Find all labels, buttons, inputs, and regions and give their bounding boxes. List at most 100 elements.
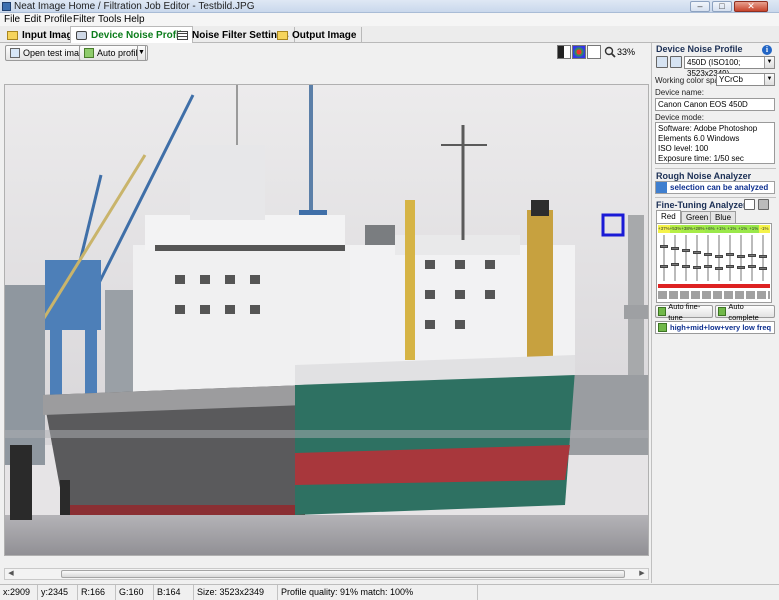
save-profile-icon[interactable] xyxy=(670,56,682,68)
title-bar: Neat Image Home / Filtration Job Editor … xyxy=(0,0,779,13)
rough-analyze-button[interactable]: selection can be analyzed xyxy=(655,181,775,194)
check-icon xyxy=(658,323,667,332)
fine-tuning-area: +37% +53% +38% +28% +6% +1% +1% +1% +1% … xyxy=(656,223,772,303)
camera-icon xyxy=(76,30,87,40)
frequency-sliders[interactable] xyxy=(659,235,769,281)
menu-file[interactable]: File xyxy=(4,13,20,26)
menu-profile[interactable]: Profile xyxy=(44,13,72,26)
freq-label: +1% xyxy=(748,225,760,233)
freq-slider[interactable] xyxy=(726,235,734,281)
freq-slider[interactable] xyxy=(682,235,690,281)
working-color-space-select[interactable]: YCrCb ▼ xyxy=(716,73,775,86)
tab-blue[interactable]: Blue xyxy=(710,211,737,223)
maximize-button[interactable]: □ xyxy=(712,1,732,12)
folder-icon xyxy=(7,30,18,40)
auto-fine-tune-button[interactable]: Auto fine-tune xyxy=(655,302,713,322)
freq-label: +1% xyxy=(737,225,749,233)
device-name-field[interactable]: Canon Canon EOS 450D xyxy=(655,98,775,111)
window-title: Neat Image Home / Filtration Job Editor … xyxy=(14,1,255,12)
check-icon xyxy=(718,307,727,316)
freq-slider[interactable] xyxy=(671,235,679,281)
tab-red[interactable]: Red xyxy=(656,210,681,223)
info-icon[interactable]: i xyxy=(762,45,772,55)
freq-label: -1% xyxy=(759,225,770,233)
freq-slider[interactable] xyxy=(715,235,723,281)
fine-tuning-analyzer-heading: Fine-Tuning Analyzer xyxy=(656,200,747,210)
load-profile-icon[interactable] xyxy=(656,56,668,68)
view-mode-icon[interactable] xyxy=(557,45,571,59)
auto-icon xyxy=(84,48,94,58)
button-label: Auto profile xyxy=(97,48,143,58)
device-mode-line: Exposure time: 1/50 sec xyxy=(658,154,744,163)
device-mode-label: Device mode: xyxy=(655,113,704,122)
trash-icon[interactable] xyxy=(758,199,769,210)
button-label: Auto fine-tune xyxy=(668,301,701,322)
menu-tools[interactable]: Tools xyxy=(98,13,121,26)
analyze-icon xyxy=(656,182,667,193)
freq-slider[interactable] xyxy=(748,235,756,281)
status-g: G:160 xyxy=(116,585,154,600)
scroll-thumb[interactable] xyxy=(61,570,625,578)
freq-slider[interactable] xyxy=(704,235,712,281)
chevron-down-icon: ▼ xyxy=(764,57,774,68)
device-mode-line: Elements 6.0 Windows xyxy=(658,134,740,143)
status-r: R:166 xyxy=(78,585,116,600)
tab-bar: Input Image Device Noise Profile Noise F… xyxy=(0,26,779,43)
rough-status-label: selection can be analyzed xyxy=(670,183,769,192)
status-x: x:2909 xyxy=(0,585,38,600)
freq-label: +37% xyxy=(658,225,670,233)
undo-icon[interactable] xyxy=(744,199,755,210)
divider xyxy=(655,197,776,198)
freq-label: +6% xyxy=(704,225,716,233)
device-mode-field[interactable]: Software: Adobe Photoshop Elements 6.0 W… xyxy=(655,122,775,164)
zoom-icon[interactable] xyxy=(604,46,616,58)
status-b: B:164 xyxy=(154,585,194,600)
freq-slider[interactable] xyxy=(737,235,745,281)
minimize-button[interactable]: – xyxy=(690,1,710,12)
heading-label: Rough Noise Analyzer xyxy=(656,171,752,181)
heading-label: Fine-Tuning Analyzer xyxy=(656,200,747,210)
image-viewport[interactable] xyxy=(4,84,649,556)
freq-label: +53% xyxy=(669,225,682,233)
app-icon xyxy=(2,2,11,11)
close-button[interactable]: ✕ xyxy=(734,1,768,12)
select-value: YCrCb xyxy=(719,75,744,84)
freq-label: +1% xyxy=(726,225,738,233)
frequency-level-bars xyxy=(658,291,770,299)
noise-level-bar xyxy=(658,284,770,288)
rough-noise-analyzer-heading: Rough Noise Analyzer xyxy=(656,171,751,181)
tab-green[interactable]: Green xyxy=(681,211,714,223)
device-noise-panel: Device Noise Profile i 450D (ISO100; 352… xyxy=(651,43,779,583)
scroll-right-icon[interactable]: ▶ xyxy=(636,569,648,579)
color-mode-icon[interactable] xyxy=(572,45,586,59)
status-bar: x:2909 y:2345 R:166 G:160 B:164 Size: 35… xyxy=(0,584,779,600)
scroll-left-icon[interactable]: ◀ xyxy=(5,569,17,579)
tab-label: Output Image xyxy=(292,29,357,41)
device-noise-profile-heading: Device Noise Profile xyxy=(656,44,743,54)
check-icon xyxy=(658,307,667,316)
profile-select[interactable]: 450D (ISO100; 3523x2349) ▼ xyxy=(684,56,775,78)
frequency-mode-selector[interactable]: high+mid+low+very low freq xyxy=(655,321,775,334)
auto-complete-button[interactable]: Auto complete xyxy=(715,302,775,322)
open-icon xyxy=(10,48,20,58)
freq-slider[interactable] xyxy=(660,235,668,281)
menu-help[interactable]: Help xyxy=(124,13,145,26)
menu-edit[interactable]: Edit xyxy=(24,13,41,26)
status-y: y:2345 xyxy=(38,585,78,600)
device-name-label: Device name: xyxy=(655,88,704,97)
tab-output-image[interactable]: Output Image xyxy=(272,27,363,43)
ship-photo xyxy=(5,85,648,555)
freq-label: +28% xyxy=(692,225,705,233)
menu-filter[interactable]: Filter xyxy=(73,13,95,26)
device-mode-line: Software: Adobe Photoshop xyxy=(658,124,758,133)
auto-profile-dropdown[interactable]: ▼ xyxy=(137,45,146,61)
settings-icon xyxy=(177,30,188,40)
freq-slider[interactable] xyxy=(759,235,767,281)
horizontal-scrollbar[interactable]: ◀ ▶ xyxy=(4,568,649,580)
device-mode-line: ISO level: 100 xyxy=(658,144,709,153)
chevron-down-icon: ▼ xyxy=(764,74,774,85)
freq-label: +38% xyxy=(681,225,693,233)
button-label: Auto complete xyxy=(728,301,759,322)
freq-slider[interactable] xyxy=(693,235,701,281)
preview-icon[interactable] xyxy=(587,45,601,59)
